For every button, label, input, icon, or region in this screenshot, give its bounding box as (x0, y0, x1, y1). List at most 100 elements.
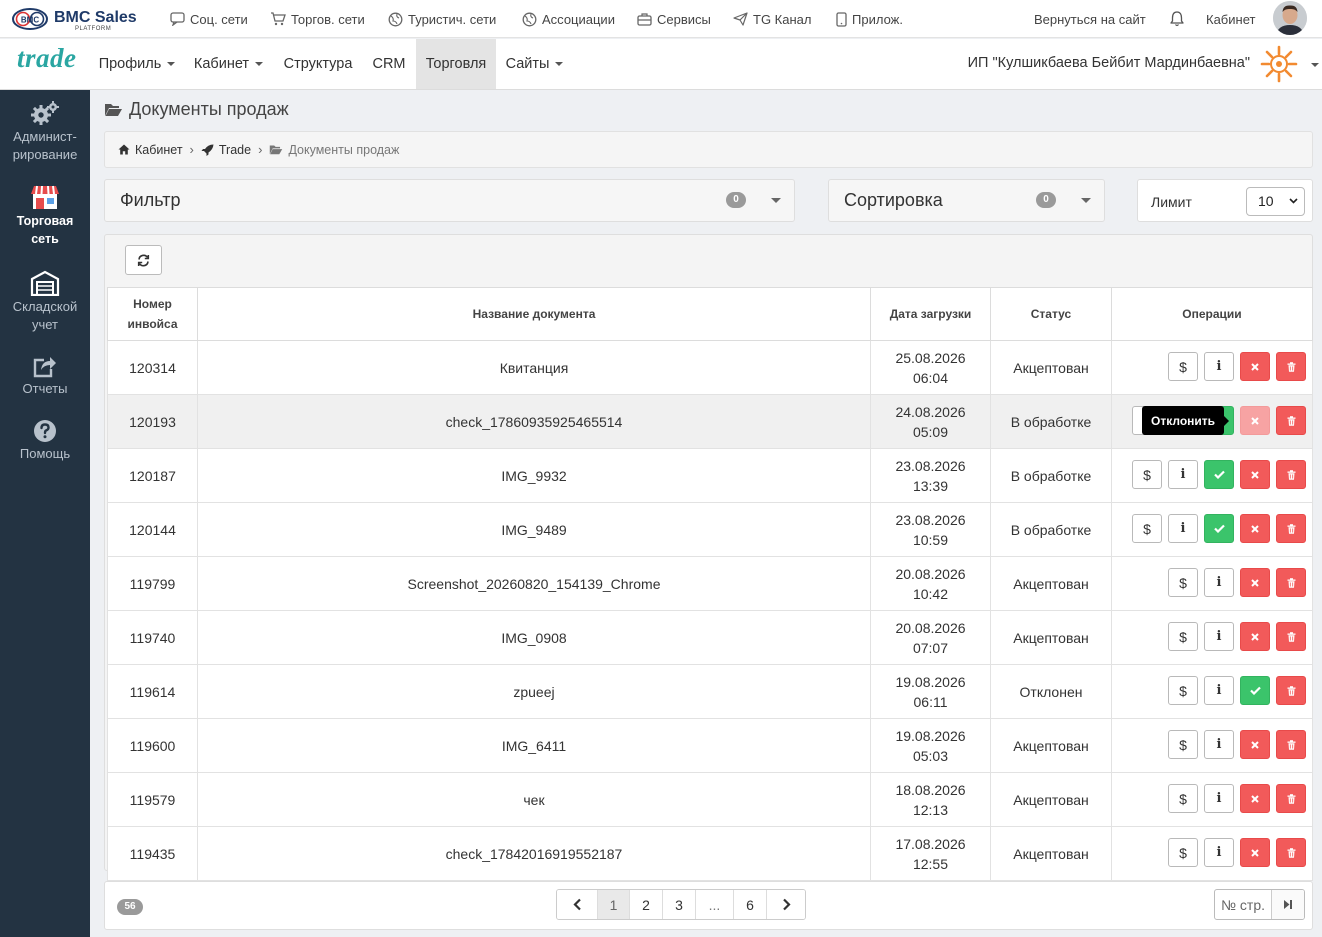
delete-button[interactable] (1276, 676, 1306, 705)
pay-button[interactable]: $ (1168, 352, 1198, 381)
sidebar-item-reports[interactable]: Отчеты (0, 354, 90, 398)
pay-button[interactable]: $ (1132, 514, 1162, 543)
info-button[interactable]: i (1204, 352, 1234, 381)
delete-button[interactable] (1276, 838, 1306, 867)
breadcrumb-trade[interactable]: Trade (201, 143, 251, 157)
delete-button[interactable] (1276, 406, 1306, 435)
accept-button[interactable] (1240, 676, 1270, 705)
cabinet-link[interactable]: Кабинет (1206, 10, 1255, 28)
reject-button[interactable] (1240, 784, 1270, 813)
document-name-cell[interactable]: чек (197, 772, 871, 827)
brand-logo[interactable]: trade (17, 43, 77, 74)
pay-button[interactable]: $ (1168, 568, 1198, 597)
reject-button[interactable] (1240, 352, 1270, 381)
sidebar-item-warehouse[interactable]: Складской учет (0, 270, 90, 334)
page-3-button[interactable]: 3 (663, 890, 696, 919)
close-icon (1251, 848, 1259, 857)
delete-button[interactable] (1276, 514, 1306, 543)
reject-button[interactable] (1240, 406, 1270, 435)
delete-button[interactable] (1276, 568, 1306, 597)
filter-chevron-down-icon[interactable] (771, 198, 781, 203)
close-icon (1251, 740, 1259, 749)
delete-button[interactable] (1276, 352, 1306, 381)
back-to-site-link[interactable]: Вернуться на сайт (1034, 10, 1146, 28)
prev-page-button[interactable] (557, 890, 598, 919)
column-header-date[interactable]: Дата загрузки (870, 287, 991, 341)
top-link-tourism[interactable]: Туристич. сети (388, 10, 496, 28)
accept-button[interactable] (1204, 460, 1234, 489)
top-link-apps[interactable]: Прилож. (836, 10, 903, 28)
sidebar-item-help[interactable]: Помощь (0, 419, 90, 463)
next-page-button[interactable] (767, 890, 805, 919)
info-button[interactable]: i (1204, 568, 1234, 597)
reject-button[interactable] (1240, 838, 1270, 867)
sort-panel[interactable]: Сортировка 0 (828, 179, 1105, 222)
info-button[interactable]: i (1204, 622, 1234, 651)
delete-button[interactable] (1276, 622, 1306, 651)
column-header-status[interactable]: Статус (990, 287, 1112, 341)
pay-button[interactable]: $ (1168, 730, 1198, 759)
top-link-services[interactable]: Сервисы (637, 10, 711, 28)
bmc-logo[interactable]: BMC BMC Sales PLATFORM (12, 5, 137, 33)
filter-panel[interactable]: Фильтр 0 (104, 179, 795, 222)
info-button[interactable]: i (1168, 514, 1198, 543)
document-name-cell[interactable]: IMG_0908 (197, 610, 871, 665)
document-name-cell[interactable]: check_17842016919552187 (197, 826, 871, 881)
column-header-name[interactable]: Название документа (197, 287, 871, 341)
breadcrumb-cabinet[interactable]: Кабинет (118, 143, 183, 157)
info-icon: i (1216, 844, 1222, 860)
limit-select[interactable]: 10 (1246, 187, 1305, 216)
nav-sites[interactable]: Сайты (496, 39, 573, 89)
top-link-social[interactable]: Соц. сети (170, 10, 248, 28)
top-link-telegram[interactable]: TG Канал (733, 10, 811, 28)
delete-button[interactable] (1276, 784, 1306, 813)
sidebar-item-trade-network[interactable]: Торговая сеть (0, 184, 90, 248)
company-menu-chevron-icon[interactable] (1311, 63, 1319, 67)
info-button[interactable]: i (1204, 730, 1234, 759)
document-name-cell[interactable]: Screenshot_20260820_154139_Chrome (197, 556, 871, 611)
delete-button[interactable] (1276, 730, 1306, 759)
pay-button[interactable]: $ (1168, 622, 1198, 651)
page-1-button[interactable]: 1 (598, 890, 630, 919)
info-button[interactable]: i (1204, 676, 1234, 705)
document-name-cell[interactable]: IMG_9489 (197, 502, 871, 557)
sidebar-item-administration[interactable]: Админист- рирование (0, 100, 90, 164)
reject-button[interactable] (1240, 730, 1270, 759)
nav-crm[interactable]: CRM (362, 39, 416, 89)
document-name-cell[interactable]: Квитанция (197, 340, 871, 395)
pay-button[interactable]: $ (1168, 838, 1198, 867)
page-2-button[interactable]: 2 (630, 890, 663, 919)
pay-button[interactable]: $ (1168, 784, 1198, 813)
info-button[interactable]: i (1204, 784, 1234, 813)
avatar[interactable] (1273, 1, 1307, 35)
pay-button[interactable]: $ (1132, 460, 1162, 489)
top-link-trade[interactable]: Торгов. сети (270, 10, 365, 28)
document-name-cell[interactable]: check_17860935925465514 (197, 394, 871, 449)
nav-trade[interactable]: Торговля (416, 39, 496, 89)
document-name-cell[interactable]: IMG_6411 (197, 718, 871, 773)
nav-profile[interactable]: Профиль (91, 39, 183, 89)
reject-button[interactable] (1240, 622, 1270, 651)
page-6-button[interactable]: 6 (734, 890, 767, 919)
notifications-button[interactable] (1169, 9, 1190, 27)
pay-button[interactable]: $ (1168, 676, 1198, 705)
reject-button[interactable] (1240, 514, 1270, 543)
sort-chevron-down-icon[interactable] (1081, 198, 1091, 203)
accept-button[interactable] (1204, 514, 1234, 543)
goto-page-input[interactable]: № стр. (1215, 890, 1272, 919)
company-logo-icon[interactable] (1260, 45, 1298, 83)
reject-button[interactable] (1240, 460, 1270, 489)
document-name-cell[interactable]: IMG_9932 (197, 448, 871, 503)
info-button[interactable]: i (1204, 838, 1234, 867)
nav-cabinet[interactable]: Кабинет (183, 39, 274, 89)
top-link-associations[interactable]: Ассоциации (522, 10, 615, 28)
nav-structure[interactable]: Структура (274, 39, 362, 89)
company-name[interactable]: ИП "Кулшикбаева Бейбит Мардинбаевна" (968, 55, 1250, 71)
document-name-cell[interactable]: zpueej (197, 664, 871, 719)
delete-button[interactable] (1276, 460, 1306, 489)
info-button[interactable]: i (1168, 460, 1198, 489)
reject-button[interactable] (1240, 568, 1270, 597)
refresh-button[interactable] (125, 245, 162, 275)
goto-page-button[interactable] (1272, 890, 1304, 919)
column-header-invoice[interactable]: Номер инвойса (107, 287, 198, 341)
